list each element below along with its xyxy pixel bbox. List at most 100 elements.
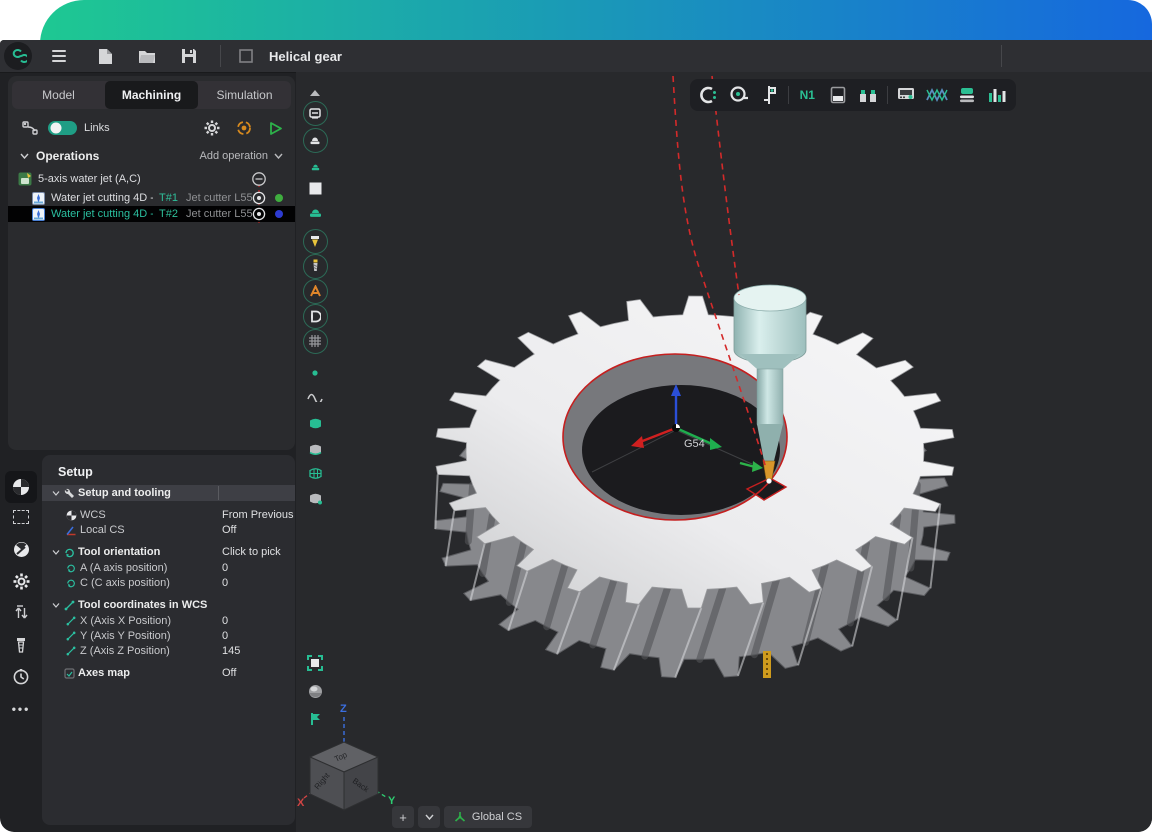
main-menu-button[interactable] [46, 43, 72, 69]
global-cs-button[interactable]: Global CS [444, 806, 532, 828]
control-panel-button[interactable] [894, 83, 918, 107]
point-button[interactable] [302, 360, 328, 386]
axis-z-label: Z [340, 703, 347, 715]
links-toggle[interactable] [48, 120, 78, 136]
history-button[interactable] [5, 661, 37, 693]
cube-face-back[interactable] [344, 757, 378, 810]
curve-button[interactable] [302, 384, 328, 410]
setup-row-axis-c[interactable]: C (C axis position) 0 [42, 575, 295, 591]
toolpath-rapid-lines [673, 76, 766, 468]
setup-row-wcs[interactable]: WCS From Previous [42, 507, 295, 523]
add-operation-button[interactable]: Add operation [200, 150, 269, 162]
setup-row-label: C (C axis position) [80, 577, 170, 589]
sheet-button[interactable] [826, 83, 850, 107]
surface-mesh-button[interactable] [302, 460, 328, 486]
viewport-3d[interactable]: G54 [296, 72, 1152, 832]
hamburger-icon [52, 50, 66, 62]
surface-green-button[interactable] [302, 410, 328, 436]
cs-triad-icon [454, 811, 466, 823]
tab-simulation[interactable]: Simulation [198, 81, 291, 109]
links-label: Links [84, 122, 110, 134]
setup-row-local-cs[interactable]: Local CS Off [42, 522, 295, 538]
holder-button[interactable] [302, 278, 328, 304]
save-project-button[interactable] [176, 43, 202, 69]
chevron-down-icon[interactable] [20, 153, 29, 159]
cs-dropdown-button[interactable] [418, 806, 440, 828]
machine-view-button[interactable] [302, 100, 328, 126]
setup-row-axis-y[interactable]: Y (Axis Y Position) 0 [42, 628, 295, 644]
setup-row-value[interactable]: Click to pick [222, 546, 281, 558]
project-tab-button[interactable] [233, 43, 259, 69]
setup-row-value[interactable]: Off [222, 524, 236, 536]
settings-button[interactable] [5, 565, 37, 597]
add-cs-button[interactable]: + [392, 806, 414, 828]
fixture-button[interactable] [302, 303, 328, 329]
waterjet-tool[interactable] [734, 285, 806, 484]
setup-row-axis-a[interactable]: A (A axis position) 0 [42, 560, 295, 576]
cube-top-label: Top [333, 750, 349, 764]
setup-row-group[interactable]: Setup and tooling [42, 485, 295, 501]
run-button[interactable] [268, 121, 283, 136]
setup-row-value[interactable]: 0 [222, 615, 228, 627]
selection-frame-button[interactable] [5, 501, 37, 533]
cube-face-right-side[interactable] [310, 757, 344, 810]
shaded-view-button[interactable] [302, 678, 328, 704]
links-graph-icon [22, 121, 38, 135]
tool-button[interactable] [5, 629, 37, 661]
open-project-button[interactable] [134, 43, 160, 69]
caliper-button[interactable] [757, 83, 781, 107]
app-logo[interactable] [4, 42, 32, 70]
wcs-icon [66, 510, 77, 521]
surface-gray-button[interactable] [302, 436, 328, 462]
tab-machining[interactable]: Machining [105, 81, 198, 109]
column-divider [218, 486, 219, 500]
links-settings-button[interactable] [204, 120, 220, 136]
suppress-icon[interactable] [251, 171, 267, 187]
measure-circle-button[interactable] [696, 83, 720, 107]
setup-row-value[interactable]: Off [222, 667, 236, 679]
add-operation-chevron-icon[interactable] [274, 153, 283, 159]
operation-group-row[interactable]: 5-axis water jet (A,C) [8, 170, 295, 188]
tab-model[interactable]: Model [12, 81, 105, 109]
tool-yellow-button[interactable] [302, 228, 328, 254]
stock-button[interactable] [302, 175, 328, 201]
collision-check-button[interactable] [236, 120, 252, 136]
histogram-button[interactable] [985, 83, 1009, 107]
gauge-button[interactable] [5, 533, 37, 565]
titlebar: Helical gear [0, 40, 1152, 73]
gear-part[interactable] [435, 296, 955, 678]
layer-stack-button[interactable] [955, 83, 979, 107]
setup-row-orientation[interactable]: Tool orientation Click to pick [42, 544, 295, 560]
nc-program-button[interactable]: N1 [795, 83, 819, 107]
mesh-pattern-button[interactable] [302, 328, 328, 354]
more-button[interactable]: ••• [5, 693, 37, 725]
setup-row-value[interactable]: 0 [222, 630, 228, 642]
setup-row-label: Local CS [80, 524, 125, 536]
workpiece-view-button[interactable] [302, 127, 328, 153]
new-project-button[interactable] [92, 43, 118, 69]
part-button[interactable] [302, 199, 328, 225]
setup-row-axes-map[interactable]: Axes map Off [42, 665, 295, 681]
cube-face-top[interactable] [310, 742, 378, 772]
setup-row-value[interactable]: From Previous [222, 509, 294, 521]
reorder-button[interactable] [5, 597, 37, 629]
setup-row-axis-z[interactable]: Z (Axis Z Position) 145 [42, 643, 295, 659]
fit-view-button[interactable] [302, 650, 328, 676]
surface-point-button[interactable] [302, 485, 328, 511]
setup-row-value[interactable]: 0 [222, 577, 228, 589]
operation-row-2-selected[interactable]: Water jet cutting 4D - i... T#2 Jet cutt… [8, 206, 295, 222]
tool-drill-button[interactable] [302, 253, 328, 279]
waveform-button[interactable] [925, 83, 949, 107]
active-op-radio[interactable] [252, 207, 266, 221]
active-op-radio[interactable] [252, 191, 266, 205]
setup-row-coords[interactable]: Tool coordinates in WCS [42, 597, 295, 613]
setup-row-value[interactable]: 145 [222, 645, 240, 657]
setup-row-axis-x[interactable]: X (Axis X Position) 0 [42, 613, 295, 629]
wcs-target-button[interactable] [5, 471, 37, 503]
flag-button[interactable] [302, 706, 328, 732]
window-frame-icon [239, 49, 253, 63]
machine-pair-button[interactable] [856, 83, 880, 107]
operation-row-1[interactable]: Water jet cutting 4D - ... T#1 Jet cutte… [8, 190, 295, 206]
measure-tape-button[interactable] [727, 83, 751, 107]
setup-row-value[interactable]: 0 [222, 562, 228, 574]
